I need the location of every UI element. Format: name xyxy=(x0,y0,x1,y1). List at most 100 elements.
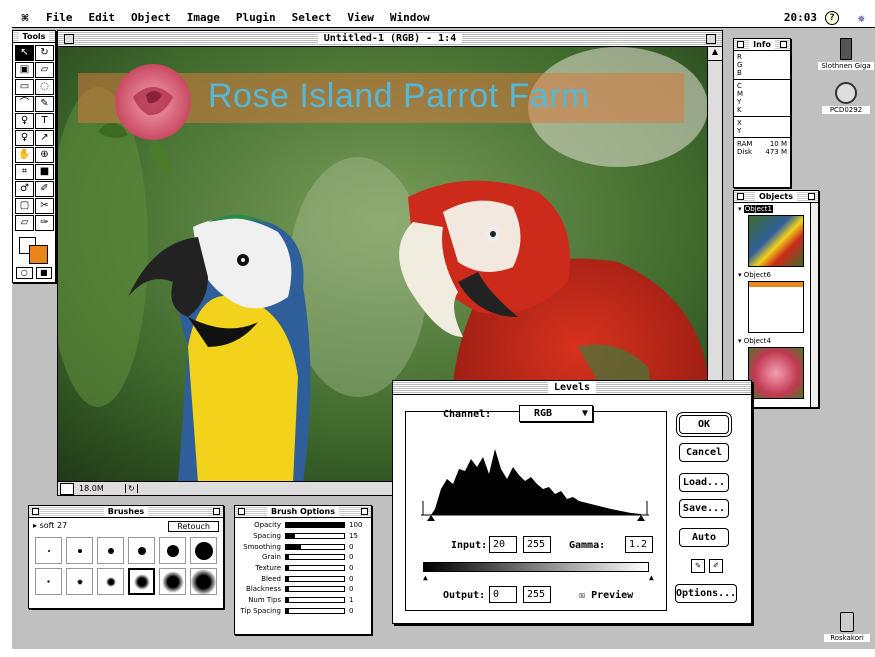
lasso-tool-icon[interactable]: ⌒ xyxy=(15,96,34,112)
current-brush-name[interactable]: ▸ soft 27 xyxy=(33,521,67,532)
white-eyedropper-icon[interactable]: ✐ xyxy=(709,559,723,573)
input-black-field[interactable]: 20 xyxy=(489,536,517,553)
brush-tip[interactable] xyxy=(159,568,186,595)
menu-plugin[interactable]: Plugin xyxy=(228,11,284,24)
eraser-tool-icon[interactable]: ▢ xyxy=(15,198,34,214)
mask-mode-icon[interactable]: ■ xyxy=(35,267,52,279)
brush-option-slider[interactable] xyxy=(285,522,345,529)
brush-tip[interactable] xyxy=(66,568,93,595)
brush-options-close-icon[interactable] xyxy=(238,508,245,515)
menu-window[interactable]: Window xyxy=(382,11,438,24)
brush-option-slider[interactable] xyxy=(285,597,345,604)
brush-option-slider[interactable] xyxy=(285,543,345,550)
menu-file[interactable]: File xyxy=(38,11,81,24)
brush-tip[interactable] xyxy=(128,568,155,595)
brush-tip[interactable] xyxy=(35,568,62,595)
ellipse-select-tool-icon[interactable]: ◌ xyxy=(35,79,54,95)
load-button[interactable]: Load... xyxy=(679,473,729,492)
brushes-close-icon[interactable] xyxy=(32,508,39,515)
brush-tip[interactable] xyxy=(35,537,62,564)
brush-option-slider[interactable] xyxy=(285,607,345,614)
crop-tool-icon[interactable]: ⌗ xyxy=(15,164,34,180)
brush-option-slider[interactable] xyxy=(285,533,345,540)
rect-select-tool-icon[interactable]: ▭ xyxy=(15,79,34,95)
brush-tip[interactable] xyxy=(190,537,217,564)
output-white-field[interactable]: 255 xyxy=(523,586,551,603)
zoom-level-box[interactable] xyxy=(60,482,74,495)
menu-view[interactable]: View xyxy=(339,11,382,24)
scissors-tool-icon[interactable]: ✂ xyxy=(35,198,54,214)
preview-checkbox[interactable]: ☒ Preview xyxy=(579,590,633,601)
auto-button[interactable]: Auto xyxy=(679,528,729,547)
cancel-button[interactable]: Cancel xyxy=(679,443,729,462)
black-eyedropper-icon[interactable]: ✎ xyxy=(691,559,705,573)
gradient-tool-icon[interactable]: ■ xyxy=(35,164,54,180)
apple-menu-icon[interactable]: ⌘ xyxy=(12,11,38,25)
scroll-up-icon[interactable]: ▲ xyxy=(708,47,722,61)
magic-wand-tool-icon[interactable]: ↗ xyxy=(35,130,54,146)
objects-zoom-icon[interactable] xyxy=(808,193,815,200)
output-black-field[interactable]: 0 xyxy=(489,586,517,603)
object-item-6[interactable]: ▾ Object6 xyxy=(734,269,818,335)
pencil-tool-icon[interactable]: ✑ xyxy=(35,215,54,231)
brush-options-zoom-icon[interactable] xyxy=(361,508,368,515)
output-white-slider-icon[interactable]: ▲ xyxy=(649,573,654,582)
rotate-tool-icon[interactable]: ↻ xyxy=(35,45,54,61)
standard-mode-icon[interactable]: ○ xyxy=(16,267,33,279)
stamp-tool-icon[interactable]: ♂ xyxy=(15,181,34,197)
objects-close-icon[interactable] xyxy=(737,193,744,200)
help-icon[interactable]: ? xyxy=(825,11,839,25)
brush-option-slider[interactable] xyxy=(285,554,345,561)
document-title-bar[interactable]: Untitled-1 (RGB) - 1:4 xyxy=(58,31,722,47)
background-color-swatch[interactable] xyxy=(29,245,48,264)
trash-icon[interactable]: Roskakori xyxy=(824,612,870,642)
levels-title-bar[interactable]: Levels xyxy=(393,381,751,395)
application-menu-icon[interactable]: ✵ xyxy=(858,11,865,25)
output-black-slider-icon[interactable]: ▲ xyxy=(423,573,428,582)
text-tool-icon[interactable]: T xyxy=(35,113,54,129)
gamma-field[interactable]: 1.2 xyxy=(625,536,653,553)
close-box-icon[interactable] xyxy=(64,34,74,44)
brushes-title[interactable]: Brushes xyxy=(29,506,223,518)
brush-tip[interactable] xyxy=(128,537,155,564)
fill-tool-icon[interactable]: ▱ xyxy=(15,215,34,231)
brush-tip[interactable] xyxy=(66,537,93,564)
hand-tool-icon[interactable]: ✋ xyxy=(15,147,34,163)
input-white-field[interactable]: 255 xyxy=(523,536,551,553)
info-title[interactable]: Info xyxy=(734,39,790,51)
ok-button[interactable]: OK xyxy=(679,415,729,434)
brush-option-slider[interactable] xyxy=(285,565,345,572)
info-zoom-icon[interactable] xyxy=(780,41,787,48)
cd-rom-icon[interactable]: PCD0292 xyxy=(822,82,870,114)
channel-select[interactable]: RGB ▼ xyxy=(519,405,593,422)
objects-title[interactable]: Objects xyxy=(734,191,818,203)
pen-tool-icon[interactable]: ♀ xyxy=(15,113,34,129)
objects-scrollbar[interactable] xyxy=(810,203,818,407)
object-item-1[interactable]: ▾ Object1 xyxy=(734,203,818,269)
brush-tip[interactable] xyxy=(97,537,124,564)
menu-edit[interactable]: Edit xyxy=(81,11,124,24)
status-menu-icon[interactable]: ↻ xyxy=(126,484,138,493)
menu-object[interactable]: Object xyxy=(123,11,179,24)
brush-option-slider[interactable] xyxy=(285,586,345,593)
retouch-button[interactable]: Retouch xyxy=(168,521,219,532)
menu-image[interactable]: Image xyxy=(179,11,228,24)
hard-disk-icon[interactable]: Slothnen Giga xyxy=(818,38,874,70)
brush-tip[interactable] xyxy=(159,537,186,564)
brush-options-title[interactable]: Brush Options xyxy=(235,506,371,518)
zoom-tool-icon[interactable]: ⊕ xyxy=(35,147,54,163)
brush-tip[interactable] xyxy=(97,568,124,595)
transform-tool-icon[interactable]: ▣ xyxy=(15,62,34,78)
brushes-zoom-icon[interactable] xyxy=(213,508,220,515)
info-close-icon[interactable] xyxy=(737,41,744,48)
arrow-tool-icon[interactable]: ↖ xyxy=(15,45,34,61)
zoom-box-icon[interactable] xyxy=(706,34,716,44)
options-button[interactable]: Options... xyxy=(675,584,737,603)
save-button[interactable]: Save... xyxy=(679,499,729,518)
eyedropper-tool-icon[interactable]: ✐ xyxy=(35,181,54,197)
skew-tool-icon[interactable]: ▱ xyxy=(35,62,54,78)
brush-tool-icon[interactable]: ✎ xyxy=(35,96,54,112)
menu-select[interactable]: Select xyxy=(284,11,340,24)
bezier-tool-icon[interactable]: ♀ xyxy=(15,130,34,146)
brush-option-slider[interactable] xyxy=(285,575,345,582)
